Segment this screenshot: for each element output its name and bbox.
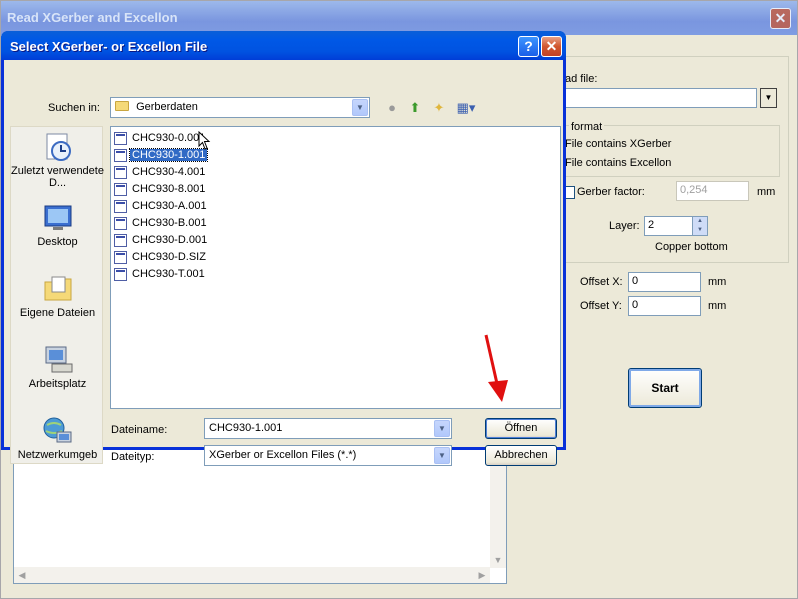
file-item[interactable]: CHC930-0.001	[114, 131, 207, 146]
background-window-title: Read XGerber and Excellon	[7, 10, 178, 25]
place-label: Desktop	[37, 236, 78, 248]
scroll-right-icon[interactable]: ▶	[474, 567, 490, 583]
back-icon[interactable]: ●	[382, 98, 402, 118]
mouse-cursor-icon	[198, 131, 211, 150]
look-in-combo[interactable]: Gerberdaten ▼	[110, 97, 370, 118]
file-icon	[114, 149, 127, 162]
look-in-label: Suchen in:	[48, 102, 100, 114]
spin-up-icon[interactable]: ▲	[693, 217, 707, 226]
file-item[interactable]: CHC930-8.001	[114, 182, 207, 197]
scroll-left-icon[interactable]: ◀	[14, 567, 30, 583]
view-menu-icon[interactable]: ▦▾	[453, 98, 479, 118]
log-textarea[interactable]: ▲ ▼ ◀ ▶	[13, 446, 507, 584]
dialog-title: Select XGerber- or Excellon File	[10, 39, 208, 54]
place-network[interactable]: Netzwerkumgeb	[11, 415, 104, 461]
folder-icon	[115, 101, 129, 111]
offset-y-input[interactable]: 0	[628, 296, 701, 316]
read-file-dropdown-button[interactable]: ▼	[760, 88, 777, 108]
chevron-down-icon[interactable]: ▼	[434, 447, 450, 464]
background-close-button[interactable]: ✕	[770, 8, 791, 29]
dialog-close-button[interactable]: ✕	[541, 36, 562, 57]
offset-x-input[interactable]: 0	[628, 272, 701, 292]
start-button[interactable]: Start	[628, 368, 702, 408]
layer-label: Layer:	[609, 220, 640, 232]
log-horizontal-scrollbar[interactable]: ◀ ▶	[14, 567, 490, 583]
place-label: Arbeitsplatz	[28, 378, 87, 390]
network-icon	[43, 417, 71, 443]
my-documents-icon	[44, 276, 71, 301]
file-item[interactable]: CHC930-D.SIZ	[114, 250, 208, 265]
place-desktop[interactable]: Desktop	[11, 202, 104, 248]
file-icon	[114, 217, 127, 230]
offset-y-unit: mm	[708, 300, 727, 312]
file-item[interactable]: CHC930-B.001	[114, 216, 209, 231]
annotation-arrow-icon	[484, 334, 508, 402]
file-icon	[114, 183, 127, 196]
place-label: Netzwerkumgeb	[17, 449, 98, 461]
recent-icon	[46, 133, 71, 161]
filename-value: CHC930-1.001	[209, 422, 283, 434]
chevron-down-icon[interactable]: ▼	[434, 420, 450, 437]
cancel-button[interactable]: Abbrechen	[485, 445, 557, 466]
layer-name: Copper bottom	[655, 241, 728, 253]
filename-label: Dateiname:	[111, 424, 168, 436]
place-label: Zuletzt verwendete D...	[11, 165, 104, 189]
file-item[interactable]: CHC930-T.001	[114, 267, 207, 282]
spin-down-icon[interactable]: ▼	[693, 226, 707, 235]
offset-x-unit: mm	[708, 276, 727, 288]
up-folder-icon[interactable]: ⬆	[405, 98, 425, 118]
place-my-documents[interactable]: Eigene Dateien	[11, 273, 104, 319]
file-item-selected[interactable]: CHC930-1.001	[114, 148, 209, 163]
place-my-computer[interactable]: Arbeitsplatz	[11, 344, 104, 390]
place-label: Eigene Dateien	[19, 307, 96, 319]
file-icon	[114, 132, 127, 145]
file-icon	[114, 234, 127, 247]
layer-spinner[interactable]: ▲ ▼	[692, 216, 708, 236]
help-button[interactable]: ?	[518, 36, 539, 57]
filename-combo[interactable]: CHC930-1.001 ▼	[204, 418, 452, 439]
read-file-input[interactable]	[561, 88, 757, 108]
radio-excellon[interactable]: File contains Excellon	[565, 157, 671, 169]
desktop-icon	[44, 205, 71, 230]
filetype-label: Dateityp:	[111, 451, 155, 463]
file-item[interactable]: CHC930-4.001	[114, 165, 207, 180]
gerber-factor-label: Gerber factor:	[577, 186, 645, 198]
offset-y-label: Offset Y:	[580, 300, 622, 312]
gerber-factor-unit: mm	[757, 186, 776, 198]
format-group-label: format	[569, 121, 605, 133]
file-icon	[114, 200, 127, 213]
open-button[interactable]: Öffnen	[485, 418, 557, 439]
my-computer-icon	[45, 346, 72, 373]
offset-x-label: Offset X:	[580, 276, 623, 288]
look-in-value: Gerberdaten	[136, 101, 198, 113]
place-recent[interactable]: Zuletzt verwendete D...	[11, 131, 104, 189]
scroll-down-icon[interactable]: ▼	[490, 552, 506, 568]
file-item[interactable]: CHC930-A.001	[114, 199, 209, 214]
dialog-titlebar: Select XGerber- or Excellon File ? ✕	[1, 31, 566, 60]
radio-xgerber[interactable]: File contains XGerber	[565, 138, 671, 150]
read-file-label: ad file:	[565, 73, 598, 85]
places-bar: Zuletzt verwendete D... Desktop Eigene D…	[10, 126, 104, 464]
file-item[interactable]: CHC930-D.001	[114, 233, 209, 248]
background-titlebar: Read XGerber and Excellon ✕	[1, 1, 797, 35]
new-folder-icon[interactable]: ✦	[429, 98, 449, 118]
filetype-combo[interactable]: XGerber or Excellon Files (*.*) ▼	[204, 445, 452, 466]
gerber-factor-input[interactable]: 0,254	[676, 181, 749, 201]
file-icon	[114, 251, 127, 264]
file-icon	[114, 268, 127, 281]
file-icon	[114, 166, 127, 179]
filetype-value: XGerber or Excellon Files (*.*)	[209, 449, 357, 461]
layer-input[interactable]: 2	[644, 216, 693, 236]
chevron-down-icon[interactable]: ▼	[352, 99, 368, 116]
